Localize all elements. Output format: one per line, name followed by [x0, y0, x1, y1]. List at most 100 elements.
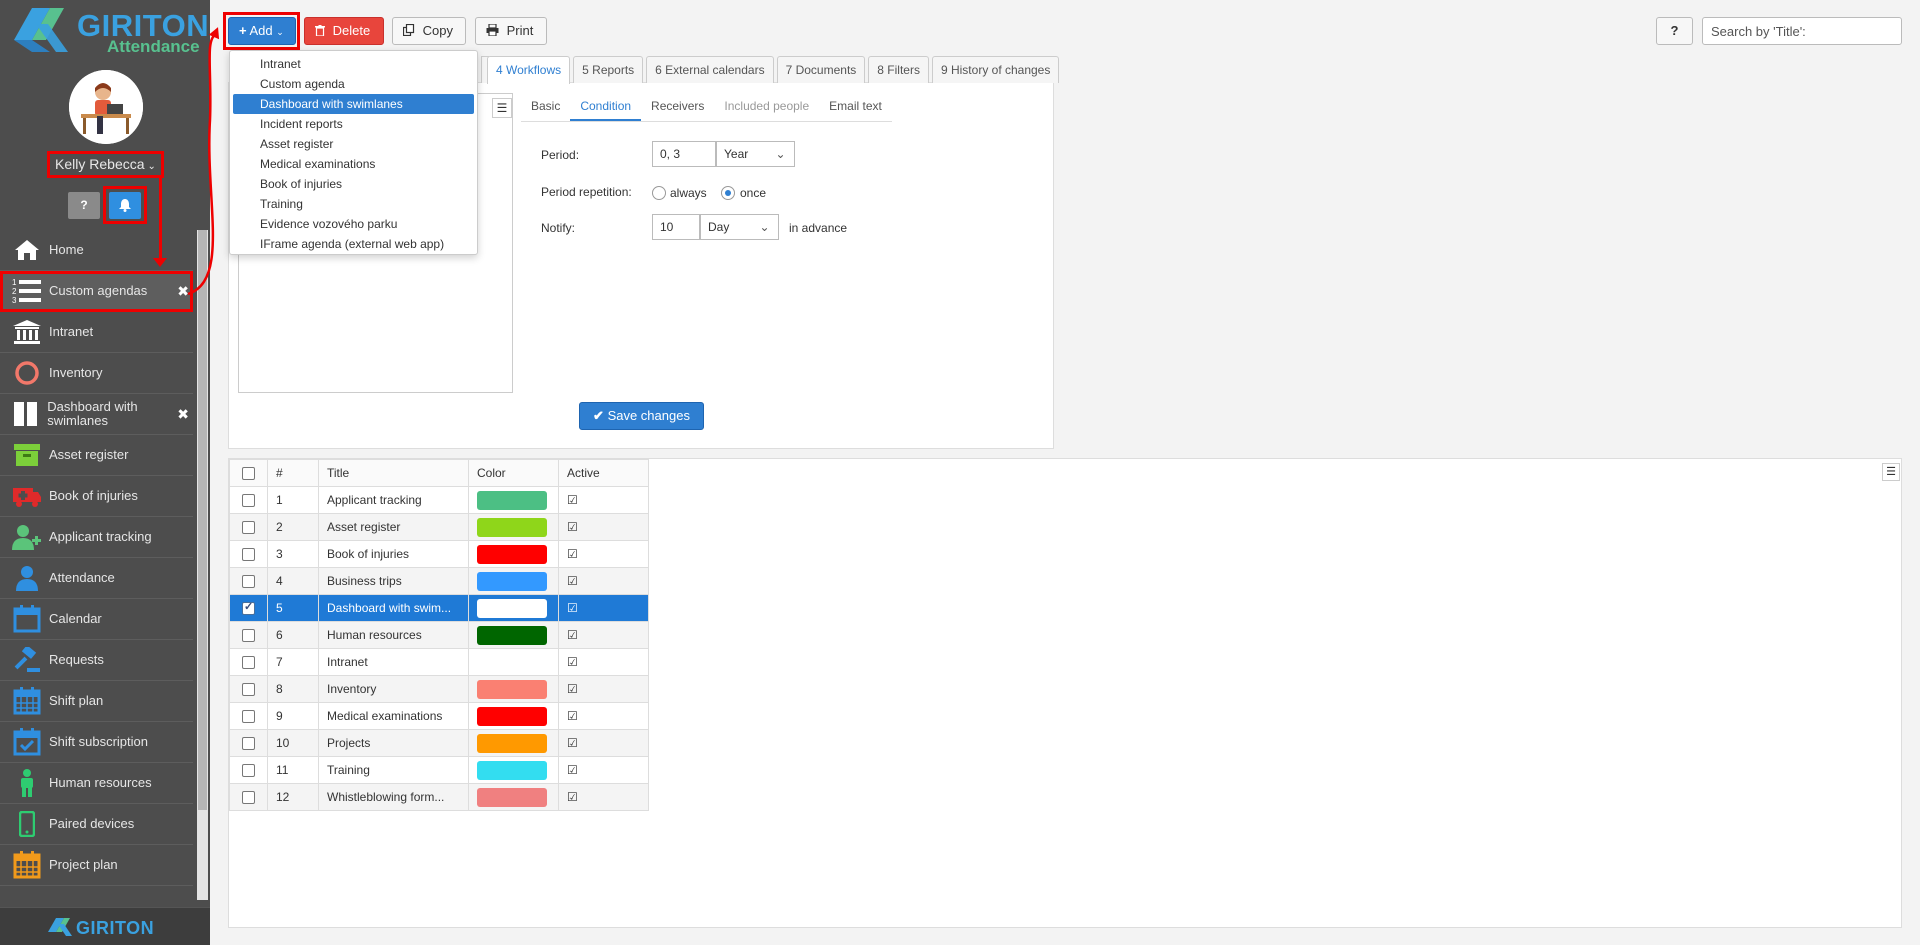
user-menu[interactable]: Kelly Rebecca ⌄ [47, 151, 164, 178]
row-checkbox[interactable] [242, 521, 255, 535]
subtab-email-text[interactable]: Email text [819, 93, 892, 121]
tab-workflows[interactable]: 4 Workflows [487, 56, 571, 84]
table-row[interactable]: 5Dashboard with swim... ☑ [229, 594, 649, 622]
dropdown-item-custom-agenda[interactable]: Custom agenda [233, 74, 474, 94]
sidebar-item-dashboard-with-swimlanes[interactable]: Dashboard with swimlanes ✖ [0, 394, 193, 435]
dropdown-item-training[interactable]: Training [233, 194, 474, 214]
dropdown-item-evidence-vozoveho-parku[interactable]: Evidence vozového parku [233, 214, 474, 234]
dropdown-item-incident-reports[interactable]: Incident reports [233, 114, 474, 134]
help-button[interactable]: ? [1656, 17, 1693, 45]
row-checkbox-cell[interactable] [229, 621, 268, 649]
dropdown-item-iframe-agenda[interactable]: IFrame agenda (external web app) [233, 234, 474, 254]
notify-input[interactable]: 10 [652, 214, 700, 240]
subtab-receivers[interactable]: Receivers [641, 93, 714, 121]
select-all-checkbox-cell[interactable] [229, 459, 268, 487]
sidebar-item-asset-register[interactable]: Asset register [0, 435, 193, 476]
row-checkbox[interactable] [242, 575, 255, 589]
row-checkbox-cell[interactable] [229, 513, 268, 541]
sidebar-item-calendar[interactable]: Calendar [0, 599, 193, 640]
tab-documents[interactable]: 7 Documents [776, 56, 866, 83]
tab-filters[interactable]: 8 Filters [868, 56, 929, 83]
row-checkbox[interactable] [242, 600, 255, 616]
sidebar-item-paired-devices[interactable]: Paired devices [0, 804, 193, 845]
search-input[interactable] [1702, 17, 1902, 45]
repetition-always-radio[interactable] [652, 186, 666, 200]
row-checkbox[interactable] [242, 764, 255, 778]
add-button[interactable]: + Add ⌄ [228, 17, 296, 45]
row-checkbox-cell[interactable] [229, 783, 268, 811]
table-row[interactable]: 8 Inventory ☑ [229, 675, 649, 703]
row-checkbox-cell[interactable] [229, 675, 268, 703]
row-checkbox[interactable] [242, 791, 255, 805]
row-checkbox-cell[interactable] [229, 702, 268, 730]
row-checkbox-cell[interactable] [229, 648, 268, 676]
sidebar-item-home[interactable]: Home [0, 230, 193, 271]
row-checkbox-cell[interactable] [229, 540, 268, 568]
copy-button[interactable]: Copy [392, 17, 466, 45]
row-checkbox-cell[interactable] [229, 486, 268, 514]
period-input[interactable]: 0, 3 [652, 141, 716, 167]
dropdown-item-medical-examinations[interactable]: Medical examinations [233, 154, 474, 174]
table-row[interactable]: 4 Business trips ☑ [229, 567, 649, 595]
print-button[interactable]: Print [475, 17, 547, 45]
row-checkbox-cell[interactable] [229, 594, 268, 622]
row-checkbox-cell[interactable] [229, 756, 268, 784]
hamburger-menu-icon[interactable]: ☰ [492, 98, 512, 118]
close-icon[interactable]: ✖ [177, 283, 189, 300]
table-row[interactable]: 11 Training ☑ [229, 756, 649, 784]
sidebar-item-requests[interactable]: Requests [0, 640, 193, 681]
row-checkbox-cell[interactable] [229, 567, 268, 595]
tab-external-calendars[interactable]: 6 External calendars [646, 56, 774, 83]
save-changes-button[interactable]: ✔ Save changes [579, 402, 704, 430]
table-row[interactable]: 3 Book of injuries ☑ [229, 540, 649, 568]
column-header-color[interactable]: Color [468, 459, 559, 487]
notifications-button[interactable] [109, 192, 141, 219]
tab-reports[interactable]: 5 Reports [573, 56, 644, 83]
sidebar-item-applicant-tracking[interactable]: Applicant tracking [0, 517, 193, 558]
row-checkbox[interactable] [242, 629, 255, 643]
period-unit-select[interactable]: Year [716, 141, 768, 167]
sidebar-scrollbar[interactable] [197, 230, 208, 900]
column-header-title[interactable]: Title [318, 459, 469, 487]
row-checkbox[interactable] [242, 494, 255, 508]
close-icon[interactable]: ✖ [177, 406, 189, 423]
sidebar-item-book-of-injuries[interactable]: Book of injuries [0, 476, 193, 517]
repetition-once-radio[interactable] [721, 186, 735, 200]
help-button[interactable]: ? [68, 192, 100, 219]
column-header-active[interactable]: Active [558, 459, 649, 487]
table-row[interactable]: 10 Projects ☑ [229, 729, 649, 757]
chevron-down-icon[interactable]: ⌄ [751, 214, 779, 240]
subtab-condition[interactable]: Condition [570, 93, 642, 121]
sidebar-item-shift-plan[interactable]: Shift plan [0, 681, 193, 722]
app-logo[interactable]: GIRITON Attendance [6, 4, 209, 56]
row-checkbox[interactable] [242, 656, 255, 670]
table-row[interactable]: 1 Applicant tracking ☑ [229, 486, 649, 514]
table-row[interactable]: 2 Asset register ☑ [229, 513, 649, 541]
scrollbar-thumb[interactable] [198, 230, 207, 810]
dropdown-item-book-of-injuries[interactable]: Book of injuries [233, 174, 474, 194]
sidebar-item-attendance[interactable]: Attendance [0, 558, 193, 599]
row-checkbox[interactable] [242, 683, 255, 697]
sidebar-item-custom-agendas[interactable]: 123 Custom agendas ✖ [0, 271, 193, 312]
sidebar-item-project-plan[interactable]: Project plan [0, 845, 193, 886]
table-row[interactable]: 12 Whistleblowing form... ☑ [229, 783, 649, 811]
sidebar-item-shift-subscription[interactable]: Shift subscription [0, 722, 193, 763]
dropdown-item-intranet[interactable]: Intranet [233, 54, 474, 74]
table-row[interactable]: 7 Intranet ☑ [229, 648, 649, 676]
hamburger-menu-icon[interactable]: ☰ [1882, 463, 1900, 481]
dropdown-item-asset-register[interactable]: Asset register [233, 134, 474, 154]
column-header-number[interactable]: # [267, 459, 319, 487]
row-checkbox[interactable] [242, 737, 255, 751]
sidebar-item-intranet[interactable]: Intranet [0, 312, 193, 353]
row-checkbox-cell[interactable] [229, 729, 268, 757]
subtab-basic[interactable]: Basic [521, 93, 570, 121]
tab-history-of-changes[interactable]: 9 History of changes [931, 56, 1060, 83]
table-row[interactable]: 9 Medical examinations ☑ [229, 702, 649, 730]
table-row[interactable]: 6 Human resources ☑ [229, 621, 649, 649]
row-checkbox[interactable] [242, 710, 255, 724]
avatar[interactable] [69, 70, 143, 144]
select-all-checkbox[interactable] [242, 467, 255, 481]
notify-unit-select[interactable]: Day [700, 214, 752, 240]
chevron-down-icon[interactable]: ⌄ [767, 141, 795, 167]
sidebar-item-human-resources[interactable]: Human resources [0, 763, 193, 804]
